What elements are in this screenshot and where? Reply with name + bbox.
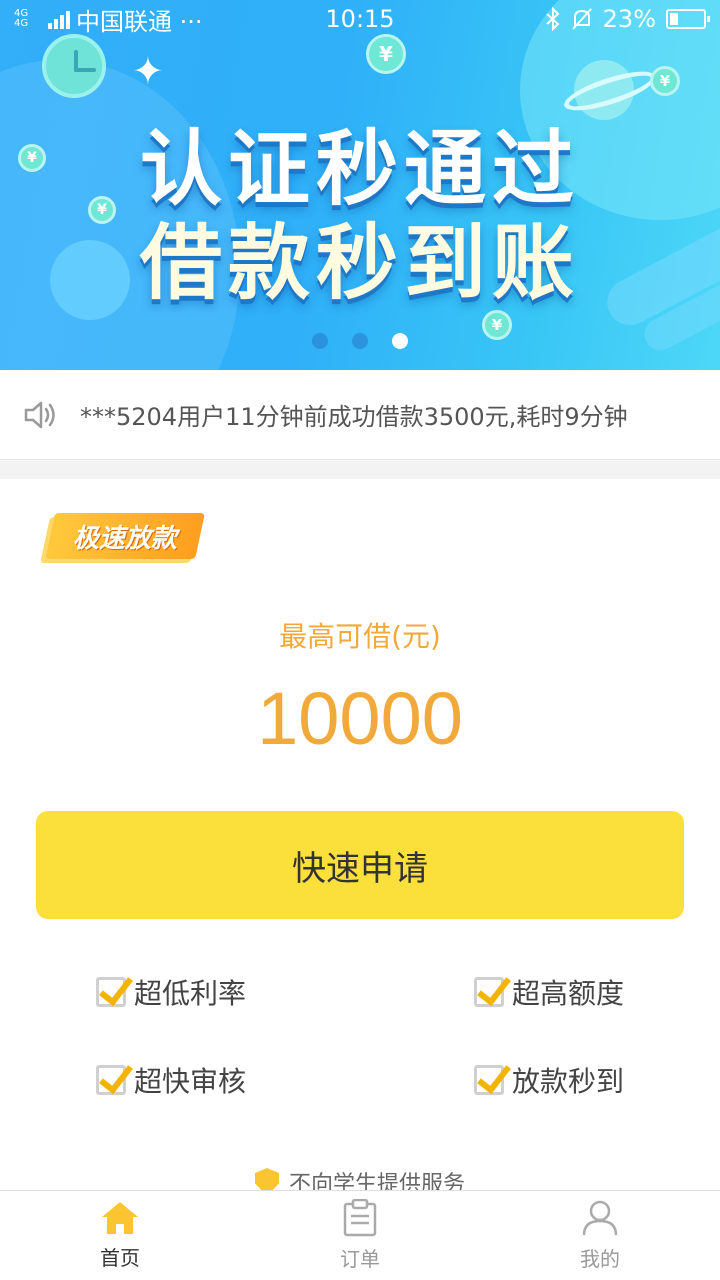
checkbox-checked-icon (96, 1065, 126, 1095)
clock-icon (42, 34, 106, 98)
tab-home[interactable]: 首页 (0, 1191, 240, 1280)
battery-percent: 23% (602, 5, 656, 33)
carousel-dot[interactable] (352, 333, 368, 349)
signal-icon (48, 9, 70, 29)
coin-icon: ¥ (366, 34, 406, 74)
feature-high-limit: 超高额度 (474, 972, 624, 1012)
clipboard-icon (343, 1199, 377, 1237)
checkbox-checked-icon (474, 977, 504, 1007)
sparkle-icon: ✦ (132, 49, 164, 93)
user-icon (582, 1200, 618, 1236)
mute-bell-icon (571, 8, 592, 30)
tab-orders[interactable]: 订单 (240, 1191, 480, 1280)
carrier-name: 中国联通 ··· (76, 7, 203, 36)
carousel-dot-active[interactable] (392, 333, 408, 349)
status-bar: 4G 4G 中国联通 ··· 10:15 23% (0, 0, 720, 38)
banner-headline-line2: 借款秒到账 (139, 216, 580, 311)
feature-label: 放款秒到 (512, 1065, 625, 1098)
coin-icon: ¥ (650, 66, 680, 96)
checkbox-checked-icon (474, 1065, 504, 1095)
limit-label: 最高可借(元) (279, 620, 441, 653)
notice-text: ***5204用户11分钟前成功借款3500元,耗时9分钟 (80, 403, 628, 431)
battery-icon (666, 9, 710, 29)
tab-profile[interactable]: 我的 (480, 1191, 720, 1280)
feature-instant-payout: 放款秒到 (474, 1060, 624, 1100)
section-divider (0, 461, 720, 479)
feature-fast-review: 超快审核 (96, 1060, 246, 1100)
tab-home-label: 首页 (100, 1246, 140, 1270)
status-left: 4G 4G 中国联通 ··· (14, 2, 203, 37)
tab-profile-label: 我的 (580, 1247, 620, 1271)
bluetooth-icon (545, 7, 560, 31)
carousel-indicator (0, 333, 720, 349)
feature-label: 超快审核 (134, 1065, 247, 1098)
checkbox-checked-icon (96, 977, 126, 1007)
network-type-icon: 4G 4G (14, 8, 29, 29)
feature-low-rate: 超低利率 (96, 972, 246, 1012)
status-right: 23% (545, 5, 710, 33)
promo-banner[interactable]: ✦ ¥ ¥ ¥ ¥ ¥ 认证秒通过 借款秒到账 (0, 0, 720, 370)
bottom-tab-bar: 首页 订单 我的 (0, 1190, 720, 1280)
apply-button[interactable]: 快速申请 (36, 811, 684, 919)
home-icon (102, 1202, 138, 1234)
speaker-icon (24, 401, 55, 428)
limit-amount: 10000 (257, 677, 463, 760)
feature-label: 超高额度 (512, 977, 625, 1010)
tab-orders-label: 订单 (340, 1247, 380, 1271)
fast-loan-tag-label: 极速放款 (72, 523, 177, 554)
fast-loan-tag: 极速放款 (45, 513, 205, 559)
feature-label: 超低利率 (134, 977, 247, 1010)
carousel-dot[interactable] (312, 333, 328, 349)
loan-notice-bar: ***5204用户11分钟前成功借款3500元,耗时9分钟 (0, 370, 720, 460)
